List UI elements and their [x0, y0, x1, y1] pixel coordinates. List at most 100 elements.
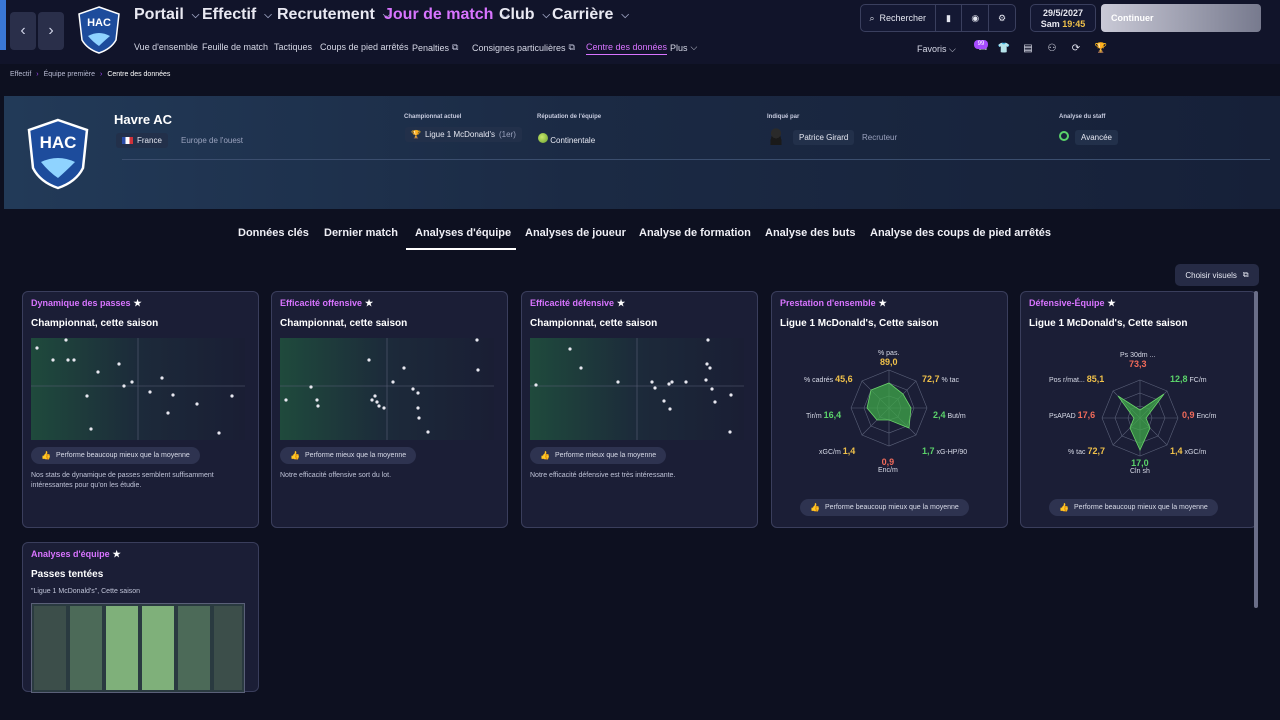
breadcrumb-equipe[interactable]: Équipe première: [44, 71, 95, 78]
back-button[interactable]: ‹: [10, 12, 36, 50]
performance-text: Performe mieux que la moyenne: [554, 452, 657, 459]
star-icon[interactable]: ★: [879, 298, 887, 308]
star-icon[interactable]: ★: [134, 298, 142, 308]
subnav-feuille-de-match[interactable]: Feuille de match: [202, 42, 268, 52]
radar-label-text: % cadrés: [804, 377, 834, 384]
radar-label-text: % tac: [1068, 449, 1086, 456]
card-title: Efficacité offensive ★: [280, 298, 373, 309]
star-icon[interactable]: ★: [617, 298, 625, 308]
card-title-text: Dynamique des passes: [31, 298, 131, 308]
subnav-vue-ensemble[interactable]: Vue d'ensemble: [134, 42, 198, 52]
subnav-penalties[interactable]: Penalties ⧉: [412, 42, 458, 53]
settings-button[interactable]: ⚙: [989, 5, 1015, 31]
tab-donnees-cles[interactable]: Données clés: [238, 227, 309, 239]
star-icon[interactable]: ★: [1108, 298, 1116, 308]
nav-portail[interactable]: Portail ⌵: [134, 6, 199, 24]
indicated-label: Indiqué par: [767, 114, 800, 120]
card-dynamique-passes[interactable]: Dynamique des passes ★ Championnat, cette…: [22, 291, 259, 528]
tab-analyse-formation[interactable]: Analyse de formation: [639, 227, 751, 239]
search-icon: ⌕: [869, 12, 875, 23]
tab-analyse-buts[interactable]: Analyse des buts: [765, 227, 855, 239]
club-crest-icon[interactable]: HAC: [78, 6, 120, 54]
radar-value: 0,9: [881, 457, 895, 467]
nav-jour-de-match[interactable]: Jour de match ⌵: [384, 6, 509, 24]
scrollbar[interactable]: [1254, 291, 1258, 608]
radar-value: 85,1: [1086, 374, 1105, 384]
subnav-plus[interactable]: Plus ⌵: [670, 42, 697, 53]
country-pill[interactable]: France: [116, 133, 168, 148]
svg-text:HAC: HAC: [40, 133, 77, 152]
scatter-plot: [31, 338, 245, 440]
star-icon[interactable]: ★: [365, 298, 373, 308]
radar-label: 72,7 % tac: [922, 374, 959, 384]
subnav-centre-des-donnees[interactable]: Centre des données: [586, 42, 668, 55]
radar-value: 89,0: [879, 357, 898, 367]
radar-chart: [1101, 379, 1179, 457]
subnav-label: Penalties: [412, 42, 450, 53]
subnav-coups-de-pied-arretes[interactable]: Coups de pied arrêtés: [320, 42, 409, 52]
world-button[interactable]: ◉: [962, 5, 988, 31]
date-display[interactable]: 29/5/2027 Sam 19:45: [1030, 4, 1096, 32]
chevron-down-icon: ⌵: [621, 9, 629, 21]
card-subtitle: Passes tentées: [31, 569, 104, 580]
radar-value: 2,4: [933, 410, 946, 420]
continue-button[interactable]: Continuer: [1101, 4, 1261, 32]
chevron-down-icon: ⌵: [191, 9, 200, 21]
tab-analyses-equipe[interactable]: Analyses d'équipe: [406, 227, 516, 250]
tab-analyses-joueur[interactable]: Analyses de joueur: [525, 227, 626, 239]
radar-value: 16,4: [823, 410, 842, 420]
forward-button[interactable]: ›: [38, 12, 64, 50]
favorites-menu[interactable]: Favoris ⌵: [917, 44, 956, 55]
card-efficacite-offensive[interactable]: Efficacité offensive ★ Championnat, cette…: [271, 291, 508, 528]
radar-value: 1,7: [922, 446, 935, 456]
subnav-tactiques[interactable]: Tactiques: [274, 42, 312, 52]
document-icon[interactable]: ▤: [1021, 42, 1035, 56]
breadcrumb-effectif[interactable]: Effectif: [10, 71, 31, 78]
trophy-icon[interactable]: 🏆: [1094, 42, 1108, 56]
tab-dernier-match[interactable]: Dernier match: [324, 227, 398, 239]
choose-visuals-label: Choisir visuels: [1185, 270, 1237, 280]
reputation-text: Continentale: [550, 136, 596, 145]
tab-analyse-cpa[interactable]: Analyse des coups de pied arrêtés: [870, 227, 1051, 239]
bookmark-button[interactable]: ▮: [936, 5, 962, 31]
nav-recrutement[interactable]: Recrutement ⌵: [277, 6, 390, 24]
nav-club[interactable]: Club ⌵: [499, 6, 550, 24]
subnav-consignes[interactable]: Consignes particulières ⧉: [472, 42, 575, 53]
nav-effectif[interactable]: Effectif ⌵: [202, 6, 272, 24]
heatmap-zone: [70, 606, 102, 690]
chevron-right-icon: ›: [100, 71, 103, 78]
card-caption: "Ligue 1 McDonald's", Cette saison: [31, 588, 141, 595]
performance-badge: 👍 Performe mieux que la moyenne: [280, 447, 417, 464]
nav-carriere[interactable]: Carrière ⌵: [552, 6, 629, 24]
card-subtitle: Ligue 1 McDonald's, Cette saison: [780, 318, 939, 329]
radar-value: 0,9: [1182, 410, 1195, 420]
card-prestation-ensemble[interactable]: Prestation d'ensemble ★ Ligue 1 McDonald'…: [771, 291, 1008, 528]
scout-pill[interactable]: Patrice Girard: [793, 130, 855, 145]
card-title: Défensive-Équipe ★: [1029, 298, 1116, 309]
radar-label-text: % pas.: [878, 350, 900, 357]
radar-label: 1,4 xGC/m: [1170, 446, 1206, 456]
card-title-text: Efficacité offensive: [280, 298, 363, 308]
nav-label: Effectif: [202, 6, 257, 23]
status-ring-icon: [1059, 131, 1069, 141]
league-label: Championnat actuel: [404, 114, 462, 120]
search-button[interactable]: ⌕ Rechercher: [861, 5, 935, 31]
league-pill[interactable]: 🏆 Ligue 1 McDonald's (1er): [405, 127, 522, 142]
club-name: Havre AC: [114, 112, 173, 127]
nav-label: Carrière: [552, 6, 614, 23]
card-title-text: Analyses d'équipe: [31, 549, 110, 559]
card-efficacite-defensive[interactable]: Efficacité défensive ★ Championnat, cette…: [521, 291, 758, 528]
card-defensive-equipe[interactable]: Défensive-Équipe ★ Ligue 1 McDonald's, Ce…: [1020, 291, 1257, 528]
star-icon[interactable]: ★: [113, 549, 121, 559]
external-link-icon: ⧉: [568, 42, 575, 52]
tactics-icon[interactable]: ⚇: [1045, 42, 1059, 56]
shirt-icon[interactable]: 👕: [997, 42, 1011, 56]
radar-label: 17,0 Cln sh: [1130, 458, 1150, 475]
breadcrumb-current: Centre des données: [107, 71, 171, 78]
staff-pill[interactable]: Avancée: [1075, 130, 1118, 145]
refresh-icon[interactable]: ⟳: [1069, 42, 1083, 56]
nav-label: Portail: [134, 6, 184, 23]
choose-visuals-button[interactable]: Choisir visuels ⧉: [1175, 264, 1259, 286]
country-text: France: [137, 136, 162, 145]
thumbs-up-icon: 👍: [41, 451, 51, 460]
